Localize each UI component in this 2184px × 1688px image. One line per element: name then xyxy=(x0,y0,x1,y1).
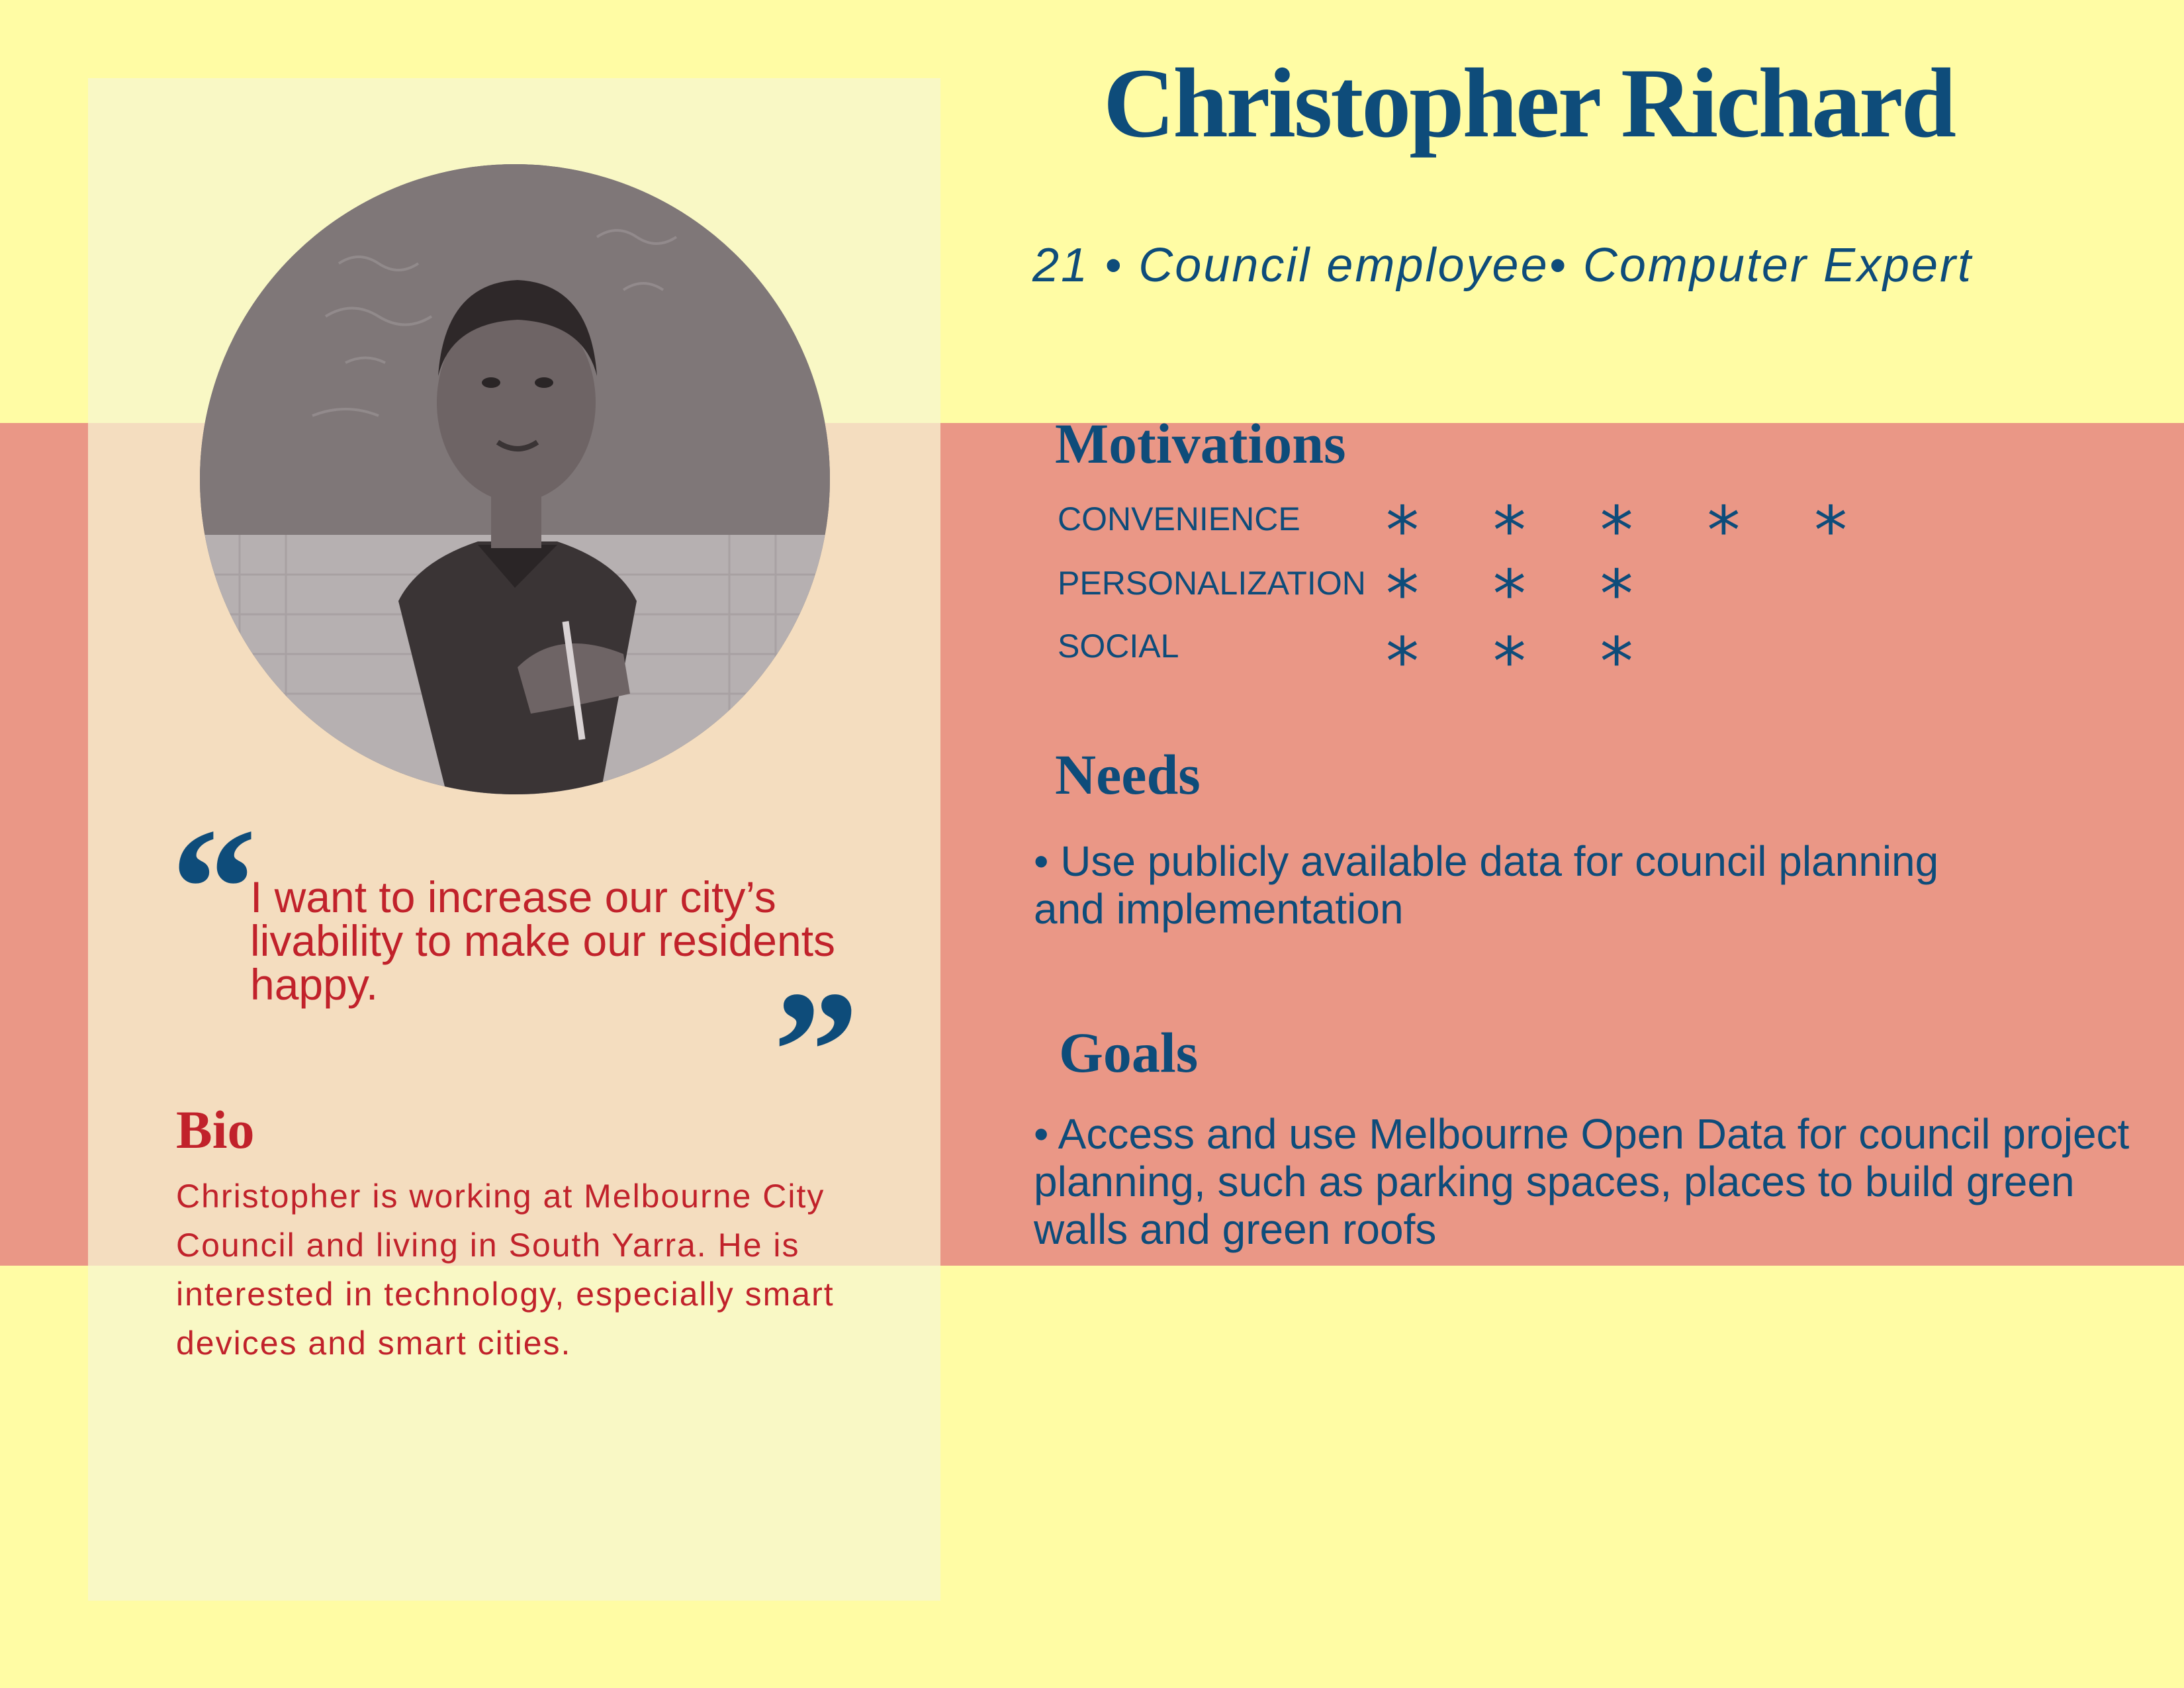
persona-subtitle: 21 • Council employee• Computer Expert xyxy=(1032,239,1974,292)
motivation-label: SOCIAL xyxy=(1058,628,1179,665)
goals-text: • Access and use Melbourne Open Data for… xyxy=(1034,1110,2130,1253)
motivation-label: CONVENIENCE xyxy=(1058,500,1300,538)
motivation-rating-stars: * * * xyxy=(1386,623,1660,700)
goals-title: Goals xyxy=(1059,1021,1199,1084)
bio-title: Bio xyxy=(176,1100,255,1160)
needs-text: • Use publicly available data for counci… xyxy=(1034,837,1939,933)
motivation-rating-stars: * * * xyxy=(1386,555,1660,633)
motivations-title: Motivations xyxy=(1055,412,1346,475)
motivation-rating-stars: * * * * * xyxy=(1386,492,1874,569)
profile-photo xyxy=(200,164,830,794)
open-quote-icon: “ xyxy=(171,793,257,984)
needs-title: Needs xyxy=(1055,743,1201,806)
bio-text: Christopher is working at Melbourne City… xyxy=(176,1178,835,1362)
close-quote-icon: ” xyxy=(773,956,859,1147)
motivation-label: PERSONALIZATION xyxy=(1058,565,1366,602)
persona-name: Christopher Richard xyxy=(1103,48,1956,158)
